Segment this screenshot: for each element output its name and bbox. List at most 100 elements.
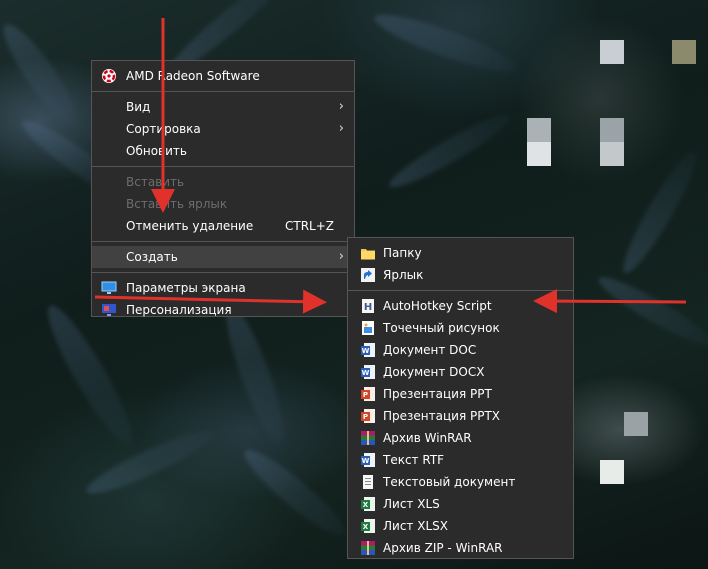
pixelated-desktop-icon [527, 118, 551, 142]
winrar-zip-icon [360, 540, 376, 556]
pixelated-desktop-icon [600, 40, 624, 64]
svg-text:P: P [363, 391, 368, 399]
submenu-item-rtf[interactable]: W Текст RTF [348, 449, 573, 471]
submenu-item-label: Текст RTF [383, 453, 445, 467]
menu-item-label: Персонализация [126, 303, 232, 317]
submenu-item-shortcut[interactable]: Ярлык [348, 264, 573, 286]
submenu-item-ppt[interactable]: P Презентация PPT [348, 383, 573, 405]
submenu-item-label: Документ DOCX [383, 365, 485, 379]
personalization-icon [101, 302, 117, 318]
menu-item-refresh[interactable]: Обновить [92, 140, 354, 162]
svg-text:H: H [364, 302, 372, 313]
menu-item-view[interactable]: Вид › [92, 96, 354, 118]
submenu-item-label: AutoHotkey Script [383, 299, 492, 313]
chevron-right-icon: › [338, 99, 344, 114]
menu-item-label: Сортировка [126, 122, 201, 136]
menu-item-sort[interactable]: Сортировка › [92, 118, 354, 140]
menu-item-label: AMD Radeon Software [126, 69, 260, 83]
svg-text:W: W [362, 369, 370, 377]
menu-separator [92, 91, 354, 92]
submenu-item-text-document[interactable]: Текстовый документ [348, 471, 573, 493]
submenu-item-label: Документ DOC [383, 343, 477, 357]
menu-item-paste-shortcut: Вставить ярлык [92, 193, 354, 215]
amd-radeon-icon [101, 68, 117, 84]
menu-separator [348, 290, 573, 291]
excel-xls-icon: X [360, 496, 376, 512]
menu-item-display-settings[interactable]: Параметры экрана [92, 277, 354, 299]
submenu-item-label: Ярлык [383, 268, 424, 282]
menu-item-label: Вид [126, 100, 151, 114]
submenu-item-docx[interactable]: W Документ DOCX [348, 361, 573, 383]
background-foliage [614, 145, 706, 279]
submenu-item-winrar[interactable]: Архив WinRAR [348, 427, 573, 449]
powerpoint-pptx-icon: P [360, 408, 376, 424]
word-docx-icon: W [360, 364, 376, 380]
rtf-icon: W [360, 452, 376, 468]
create-submenu: Папку Ярлык H AutoHotkey Script Точечный… [347, 237, 574, 559]
pixelated-desktop-icon [600, 142, 624, 166]
background-foliage [370, 5, 520, 81]
display-settings-icon [101, 280, 117, 296]
pixelated-desktop-icon [600, 460, 624, 484]
menu-item-personalization[interactable]: Персонализация [92, 299, 354, 321]
submenu-item-label: Презентация PPTX [383, 409, 500, 423]
excel-xlsx-icon: X [360, 518, 376, 534]
menu-item-undo-delete[interactable]: Отменить удаление CTRL+Z [92, 215, 354, 237]
menu-item-label: Создать [126, 250, 178, 264]
submenu-item-label: Презентация PPT [383, 387, 492, 401]
submenu-item-label: Лист XLS [383, 497, 440, 511]
menu-item-label: Вставить ярлык [126, 197, 228, 211]
menu-item-label: Вставить [126, 175, 185, 189]
submenu-item-xlsx[interactable]: X Лист XLSX [348, 515, 573, 537]
svg-text:W: W [362, 457, 370, 465]
submenu-item-bitmap[interactable]: Точечный рисунок [348, 317, 573, 339]
submenu-item-label: Текстовый документ [383, 475, 516, 489]
bitmap-icon [360, 320, 376, 336]
pixelated-desktop-icon [624, 412, 648, 436]
chevron-right-icon: › [338, 121, 344, 136]
background-foliage [383, 106, 517, 196]
submenu-item-label: Точечный рисунок [383, 321, 500, 335]
menu-item-shortcut: CTRL+Z [284, 219, 334, 233]
submenu-item-pptx[interactable]: P Презентация PPTX [348, 405, 573, 427]
menu-separator [92, 241, 354, 242]
menu-item-label: Обновить [126, 144, 187, 158]
submenu-item-label: Лист XLSX [383, 519, 448, 533]
winrar-icon [360, 430, 376, 446]
menu-item-paste: Вставить [92, 171, 354, 193]
menu-separator [92, 272, 354, 273]
background-foliage [37, 298, 143, 452]
submenu-item-autohotkey[interactable]: H AutoHotkey Script [348, 295, 573, 317]
autohotkey-icon: H [360, 298, 376, 314]
chevron-right-icon: › [338, 249, 344, 264]
text-document-icon [360, 474, 376, 490]
pixelated-desktop-icon [672, 40, 696, 64]
submenu-item-label: Папку [383, 246, 422, 260]
shortcut-icon [360, 267, 376, 283]
background-foliage [236, 441, 354, 545]
submenu-item-folder[interactable]: Папку [348, 242, 573, 264]
folder-icon [360, 245, 376, 261]
menu-separator [92, 166, 354, 167]
pixelated-desktop-icon [527, 142, 551, 166]
submenu-item-label: Архив WinRAR [383, 431, 472, 445]
submenu-item-label: Архив ZIP - WinRAR [383, 541, 503, 555]
svg-text:X: X [363, 523, 369, 531]
svg-text:X: X [363, 501, 369, 509]
background-foliage [81, 421, 219, 503]
svg-text:W: W [362, 347, 370, 355]
pixelated-desktop-icon [600, 118, 624, 142]
desktop-background[interactable]: AMD Radeon Software Вид › Сортировка › О… [0, 0, 708, 569]
powerpoint-ppt-icon: P [360, 386, 376, 402]
svg-text:P: P [363, 413, 368, 421]
menu-item-label: Параметры экрана [126, 281, 246, 295]
submenu-item-xls[interactable]: X Лист XLS [348, 493, 573, 515]
submenu-item-doc[interactable]: W Документ DOC [348, 339, 573, 361]
background-foliage [0, 16, 86, 132]
word-doc-icon: W [360, 342, 376, 358]
submenu-item-zip-winrar[interactable]: Архив ZIP - WinRAR [348, 537, 573, 559]
menu-item-label: Отменить удаление [126, 219, 254, 233]
desktop-context-menu: AMD Radeon Software Вид › Сортировка › О… [91, 60, 355, 317]
menu-item-amd-radeon[interactable]: AMD Radeon Software [92, 65, 354, 87]
menu-item-create[interactable]: Создать › [92, 246, 354, 268]
